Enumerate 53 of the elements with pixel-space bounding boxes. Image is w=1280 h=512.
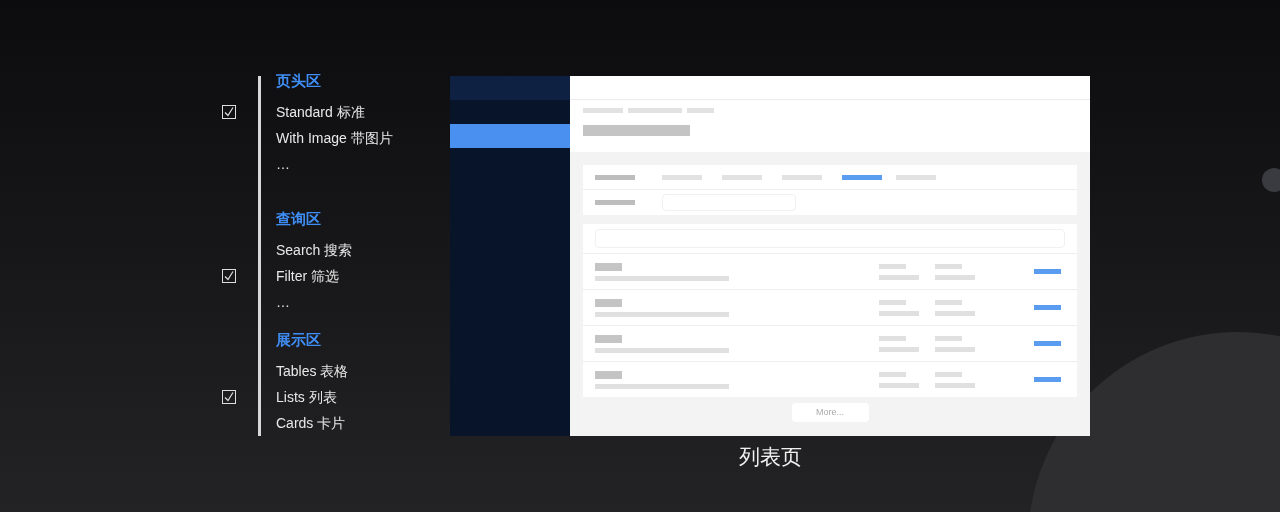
action-link-placeholder	[1034, 305, 1061, 310]
label-placeholder	[595, 200, 635, 205]
outline-item: Cards 卡片	[276, 413, 346, 433]
text-placeholder	[879, 274, 919, 280]
tab[interactable]	[662, 174, 702, 180]
outline-item: …	[276, 292, 290, 312]
outline-item: …	[276, 154, 290, 174]
text-placeholder	[879, 371, 906, 377]
text-placeholder	[879, 335, 906, 341]
section-heading: 查询区	[276, 208, 321, 229]
more-button[interactable]: More...	[791, 403, 869, 422]
text-placeholder	[935, 346, 975, 352]
title-placeholder	[595, 334, 622, 343]
checkbox-checked-icon	[222, 269, 236, 283]
label-placeholder	[595, 174, 635, 180]
outline-item: Search 搜索	[276, 240, 353, 260]
text-placeholder	[935, 274, 975, 280]
section-heading: 页头区	[276, 70, 321, 91]
tab[interactable]	[896, 174, 936, 180]
outline-item: Standard 标准	[276, 102, 365, 122]
text-placeholder	[879, 346, 919, 352]
tab[interactable]	[722, 174, 762, 180]
text-placeholder	[935, 382, 975, 388]
text-placeholder	[879, 310, 919, 316]
sidebar-item[interactable]	[450, 124, 570, 148]
text-placeholder	[935, 310, 975, 316]
outline-item: Tables 表格	[276, 361, 349, 381]
text-placeholder	[935, 263, 962, 269]
text-placeholder	[935, 335, 962, 341]
tab[interactable]	[842, 174, 882, 180]
action-link-placeholder	[1034, 341, 1061, 346]
breadcrumb-placeholder	[583, 108, 623, 113]
tab[interactable]	[782, 174, 822, 180]
title-placeholder	[595, 370, 622, 379]
text-placeholder	[879, 382, 919, 388]
text-placeholder	[879, 263, 906, 269]
action-link-placeholder	[1034, 269, 1061, 274]
breadcrumb-placeholder	[687, 108, 714, 113]
checkbox-checked-icon	[222, 105, 236, 119]
title-placeholder	[595, 298, 622, 307]
caption: 列表页	[738, 444, 802, 470]
outline-item: Lists 列表	[276, 387, 337, 407]
title-placeholder	[595, 262, 622, 271]
text-placeholder	[879, 299, 906, 305]
section-heading: 展示区	[276, 329, 321, 350]
sidebar-item[interactable]	[450, 76, 570, 100]
text-placeholder	[935, 299, 962, 305]
outline-item: With Image 带图片	[276, 128, 393, 148]
action-link-placeholder	[1034, 377, 1061, 382]
outline-item: Filter 筛选	[276, 266, 339, 286]
breadcrumb-placeholder	[628, 108, 682, 113]
text-placeholder	[935, 371, 962, 377]
checkbox-checked-icon	[222, 390, 236, 404]
